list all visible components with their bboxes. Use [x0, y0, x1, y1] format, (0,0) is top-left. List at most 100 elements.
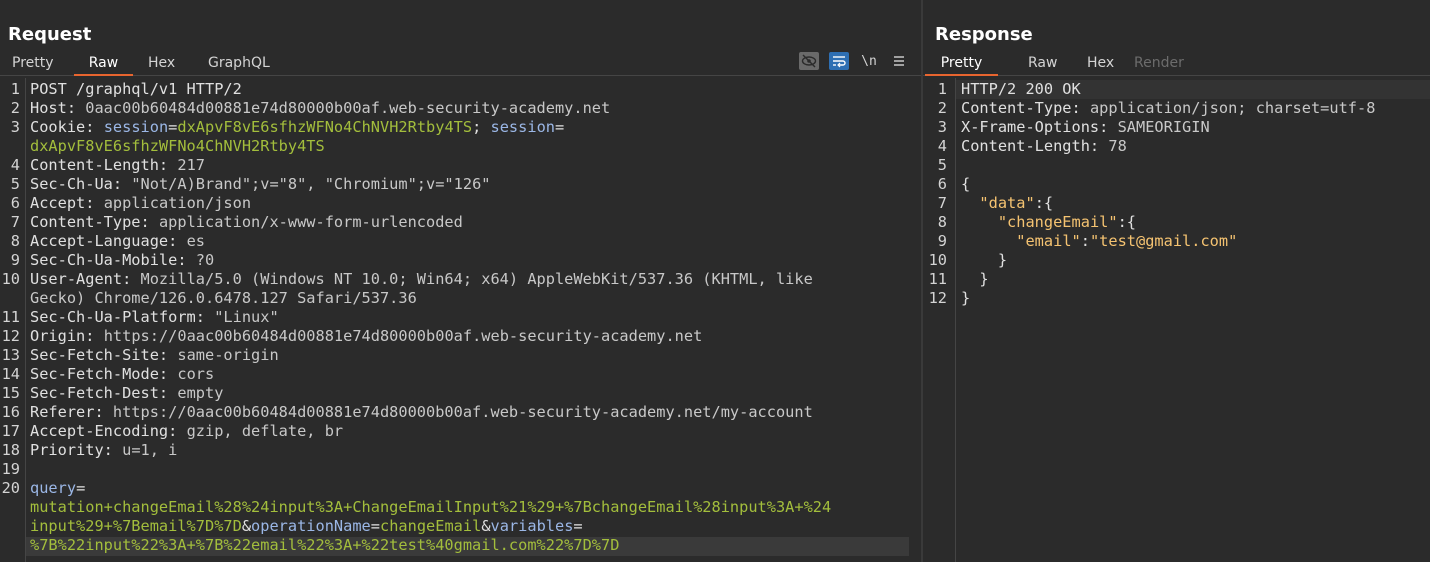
request-code-line: mutation+changeEmail%28%24input%3A+Chang… — [30, 498, 831, 517]
request-code-line: dxApvF8vE6sfhzWFNo4ChNVH2Rtby4TS — [30, 137, 325, 156]
request-token: = — [370, 517, 380, 535]
response-code-line: "changeEmail":{ — [961, 213, 1136, 232]
request-code-line: Priority: u=1, i — [30, 441, 177, 460]
request-code-line: Gecko) Chrome/126.0.6478.127 Safari/537.… — [30, 289, 417, 308]
request-token: Sec-Fetch-Site: — [30, 346, 178, 364]
request-code-line: Accept-Encoding: gzip, deflate, br — [30, 422, 343, 441]
response-code-line: } — [961, 270, 989, 289]
request-code-line: User-Agent: Mozilla/5.0 (Windows NT 10.0… — [30, 270, 813, 289]
response-token: } — [961, 270, 989, 288]
tab-request-graphql[interactable]: GraphQL — [196, 54, 282, 76]
tab-request-raw[interactable]: Raw — [74, 54, 133, 76]
response-token: SAMEORIGIN — [1117, 118, 1210, 136]
newline-toggle-button[interactable]: \n — [859, 52, 879, 70]
response-tabbar: Pretty Raw Hex Render — [923, 50, 1430, 76]
response-token: "data" — [979, 194, 1035, 212]
response-line-number: 5 — [937, 156, 947, 174]
request-line-number: 10 — [1, 270, 20, 288]
tab-request-pretty[interactable]: Pretty — [0, 54, 66, 76]
request-code-line: Sec-Ch-Ua-Mobile: ?0 — [30, 251, 214, 270]
response-token: :{ — [1117, 213, 1136, 231]
response-editor[interactable]: 1 HTTP/2 200 OK 2 Content-Type: application… — [923, 78, 1430, 562]
request-code-line: Cookie: session=dxApvF8vE6sfhzWFNo4ChNVH… — [30, 118, 564, 137]
request-code-line: Content-Length: 217 — [30, 156, 205, 175]
response-token: X-Frame-Options: — [961, 118, 1118, 136]
request-token: session — [103, 118, 169, 136]
request-token: dxApvF8vE6sfhzWFNo4ChNVH2Rtby4TS — [30, 137, 325, 155]
request-gutter-divider — [25, 78, 26, 562]
request-line-number: 14 — [1, 365, 20, 383]
response-line-number: 2 — [937, 99, 947, 117]
request-token: session — [490, 118, 555, 136]
response-token: "test@gmail.com" — [1089, 232, 1238, 250]
request-line-number: 8 — [10, 232, 20, 250]
request-token: Priority: — [30, 441, 123, 459]
request-editor[interactable]: 1 POST /graphql/v1 HTTP/2 2 Host: 0aac00b60… — [0, 78, 921, 562]
request-token: Gecko) Chrome/126.0.6478.127 Safari/537.… — [30, 289, 417, 307]
request-token: https://0aac00b60484d00881e74d80000b00af… — [103, 327, 703, 345]
response-pane: Response Pretty Raw Hex Render 1 HTTP/2 2… — [923, 0, 1430, 562]
response-line-number: 4 — [937, 137, 947, 155]
request-code-line: Referer: https://0aac00b60484d00881e74d8… — [30, 403, 813, 422]
request-code-line: Sec-Fetch-Dest: empty — [30, 384, 223, 403]
request-token: Sec-Ch-Ua: — [30, 175, 132, 193]
tab-request-hex[interactable]: Hex — [136, 54, 187, 76]
request-token: Content-Type: — [30, 213, 159, 231]
request-token: %7B%22input%22%3A+%7B%22email%22%3A+%22t… — [30, 536, 620, 554]
request-token: cors — [177, 365, 215, 383]
response-token: application/json; charset=utf-8 — [1089, 99, 1376, 117]
request-token: User-Agent: — [30, 270, 141, 288]
response-code-line: { — [961, 175, 970, 194]
request-line-number: 6 — [10, 194, 20, 212]
response-token: "email" — [1016, 232, 1081, 250]
request-line-number: 13 — [1, 346, 20, 364]
response-token — [961, 213, 998, 231]
response-line-number: 1 — [937, 80, 947, 98]
request-line-number: 4 — [10, 156, 20, 174]
response-line-number: 3 — [937, 118, 947, 136]
request-code-line: Content-Type: application/x-www-form-url… — [30, 213, 463, 232]
request-token: = — [554, 118, 565, 136]
response-token: 78 — [1108, 137, 1127, 155]
request-token: dxApvF8vE6sfhzWFNo4ChNVH2Rtby4TS — [177, 118, 473, 136]
tab-response-hex[interactable]: Hex — [1075, 54, 1126, 76]
request-token: = — [573, 517, 583, 535]
request-token: 217 — [177, 156, 205, 174]
eye-slash-icon[interactable] — [799, 52, 819, 70]
response-line-number: 11 — [928, 270, 947, 288]
request-token: Content-Length: — [30, 156, 178, 174]
request-token: Origin: — [30, 327, 104, 345]
request-line-number: 2 — [10, 99, 20, 117]
request-code-line: query= — [30, 479, 85, 498]
request-token: input%29+%7Bemail%7D%7D — [30, 517, 242, 535]
request-token: POST /graphql/v1 HTTP/2 — [30, 80, 242, 98]
request-code-line: Sec-Fetch-Mode: cors — [30, 365, 214, 384]
request-code-line: input%29+%7Bemail%7D%7D&operationName=ch… — [30, 517, 583, 536]
request-token: changeEmail — [380, 517, 482, 535]
response-title: Response — [935, 24, 1033, 45]
request-pane: Request Pretty Raw Hex GraphQL \n 1 POST … — [0, 0, 921, 562]
request-token: Accept-Encoding: — [30, 422, 187, 440]
request-token: "Linux" — [214, 308, 279, 326]
response-token: : — [1080, 232, 1090, 250]
request-token: Sec-Fetch-Dest: — [30, 384, 178, 402]
request-code-line: Host: 0aac00b60484d00881e74d80000b00af.w… — [30, 99, 610, 118]
wrap-icon[interactable] — [829, 52, 849, 70]
response-code-line: "data":{ — [961, 194, 1053, 213]
request-token: empty — [177, 384, 224, 402]
request-token: same-origin — [177, 346, 279, 364]
request-line-number: 19 — [1, 460, 20, 478]
tab-response-raw[interactable]: Raw — [1016, 54, 1069, 76]
menu-icon[interactable] — [889, 52, 909, 70]
response-code-line: X-Frame-Options: SAMEORIGIN — [961, 118, 1210, 137]
request-token: application/json — [103, 194, 252, 212]
request-token: Accept-Language: — [30, 232, 187, 250]
request-token: gzip, deflate, br — [186, 422, 344, 440]
response-token: HTTP/2 200 OK — [961, 80, 1081, 98]
tab-response-pretty[interactable]: Pretty — [925, 54, 998, 76]
request-token: variables — [490, 517, 574, 535]
request-code-line: %7B%22input%22%3A+%7B%22email%22%3A+%22t… — [30, 536, 619, 555]
request-token: Host: — [30, 99, 86, 117]
request-code-line: Origin: https://0aac00b60484d00881e74d80… — [30, 327, 702, 346]
request-token: & — [241, 517, 252, 535]
